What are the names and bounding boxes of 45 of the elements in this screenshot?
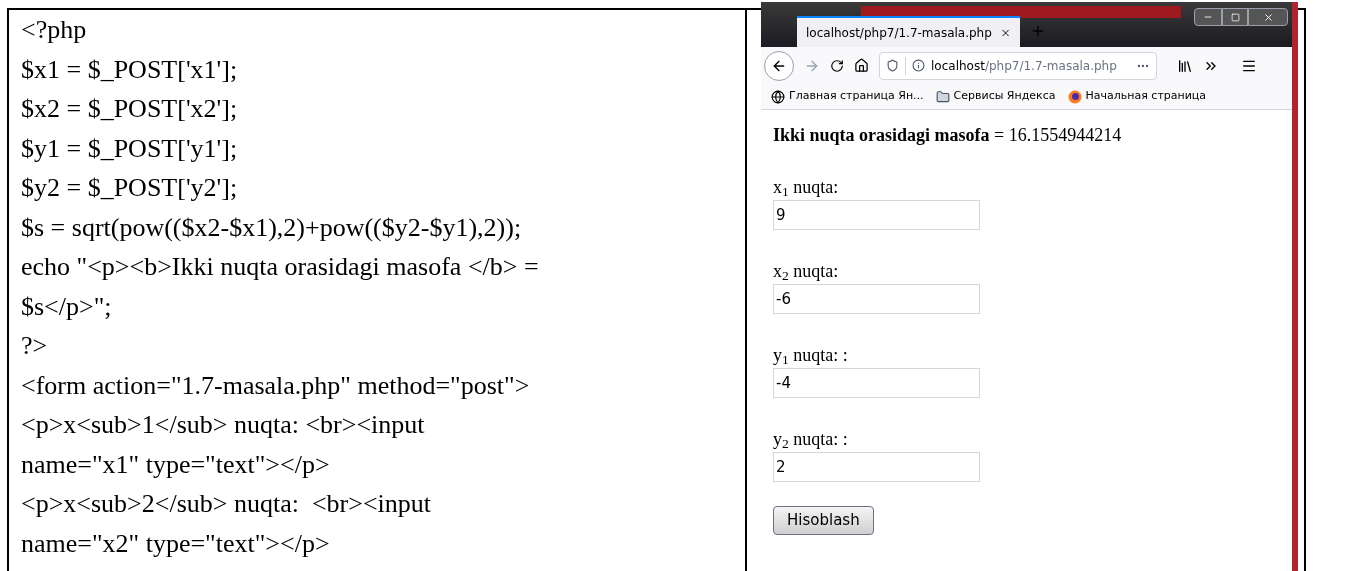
code-line: <form action="1.7-masala.php" method="post">: [21, 369, 530, 402]
url-path: /php7/1.7-masala.php: [984, 57, 1117, 75]
text-input[interactable]: 2: [773, 452, 980, 482]
field-label: y$_{1}$ nuqta: :: [773, 344, 848, 366]
code-line: $x1 = $_POST['x1'];: [21, 53, 238, 86]
result-text: Ikki nuqta orasidagi masofa = 16.1554944214: [773, 124, 1122, 146]
code-line: <?php: [21, 14, 87, 46]
url-host: localhost: [931, 57, 985, 75]
home-icon[interactable]: [854, 58, 869, 73]
tab-title: localhost/php7/1.7-masala.php: [806, 24, 992, 42]
text-input[interactable]: -6: [773, 284, 980, 314]
close-button[interactable]: [1248, 8, 1288, 26]
folder-icon: [935, 89, 950, 104]
code-line: name="x2" type="text"></p>: [21, 527, 330, 560]
code-line: $x2 = $_POST['x2'];: [21, 93, 238, 125]
bookmark-link[interactable]: Начальная страница: [1085, 88, 1207, 105]
field-label: y$_{2}$ nuqta: :: [773, 428, 848, 450]
code-line: $y1 = $_POST['y1'];: [21, 132, 238, 165]
minimize-button[interactable]: [1194, 8, 1222, 26]
globe-icon: [771, 89, 785, 104]
close-icon: [1262, 11, 1274, 23]
code-line: <p>x<sub>2</sub> nuqta: <br><input: [21, 488, 432, 520]
code-line: $y2 = $_POST['y2'];: [21, 172, 238, 204]
back-button[interactable]: [764, 50, 794, 81]
restore-button[interactable]: [1222, 8, 1248, 26]
bookmark-link[interactable]: Главная страница Ян...: [789, 88, 924, 105]
code-line: name="x1" type="text"></p>: [21, 448, 330, 481]
code-line: echo "<p><b>Ikki nuqta orasidagi masofa </b> =: [21, 251, 539, 283]
bookmark-link[interactable]: Сервисы Яндекса: [953, 88, 1056, 105]
text-input[interactable]: 9: [773, 200, 980, 230]
submit-button[interactable]: Hisoblash: [773, 506, 874, 535]
reload-icon[interactable]: [830, 58, 844, 73]
browser-tab[interactable]: localhost/php7/1.7-masala.php: [797, 16, 1020, 47]
code-line: $s</p>";: [21, 290, 112, 323]
library-icon[interactable]: [1177, 57, 1193, 74]
code-line: $s = sqrt(pow(($x2-$x1),2)+pow(($y2-$y1),2));: [21, 211, 522, 244]
shield-icon[interactable]: [886, 59, 899, 72]
text-input[interactable]: -4: [773, 368, 980, 398]
info-icon[interactable]: [912, 59, 925, 72]
address-bar[interactable]: localhost/php7/1.7-masala.php: [879, 51, 1157, 80]
code-line: <p>x<sub>1</sub> nuqta: <br><input: [21, 409, 425, 441]
field-label: x$_{1}$ nuqta:: [773, 176, 839, 198]
field-label: x$_{2}$ nuqta:: [773, 260, 839, 282]
restore-icon: [1230, 12, 1240, 22]
code-line: ?>: [21, 330, 48, 362]
